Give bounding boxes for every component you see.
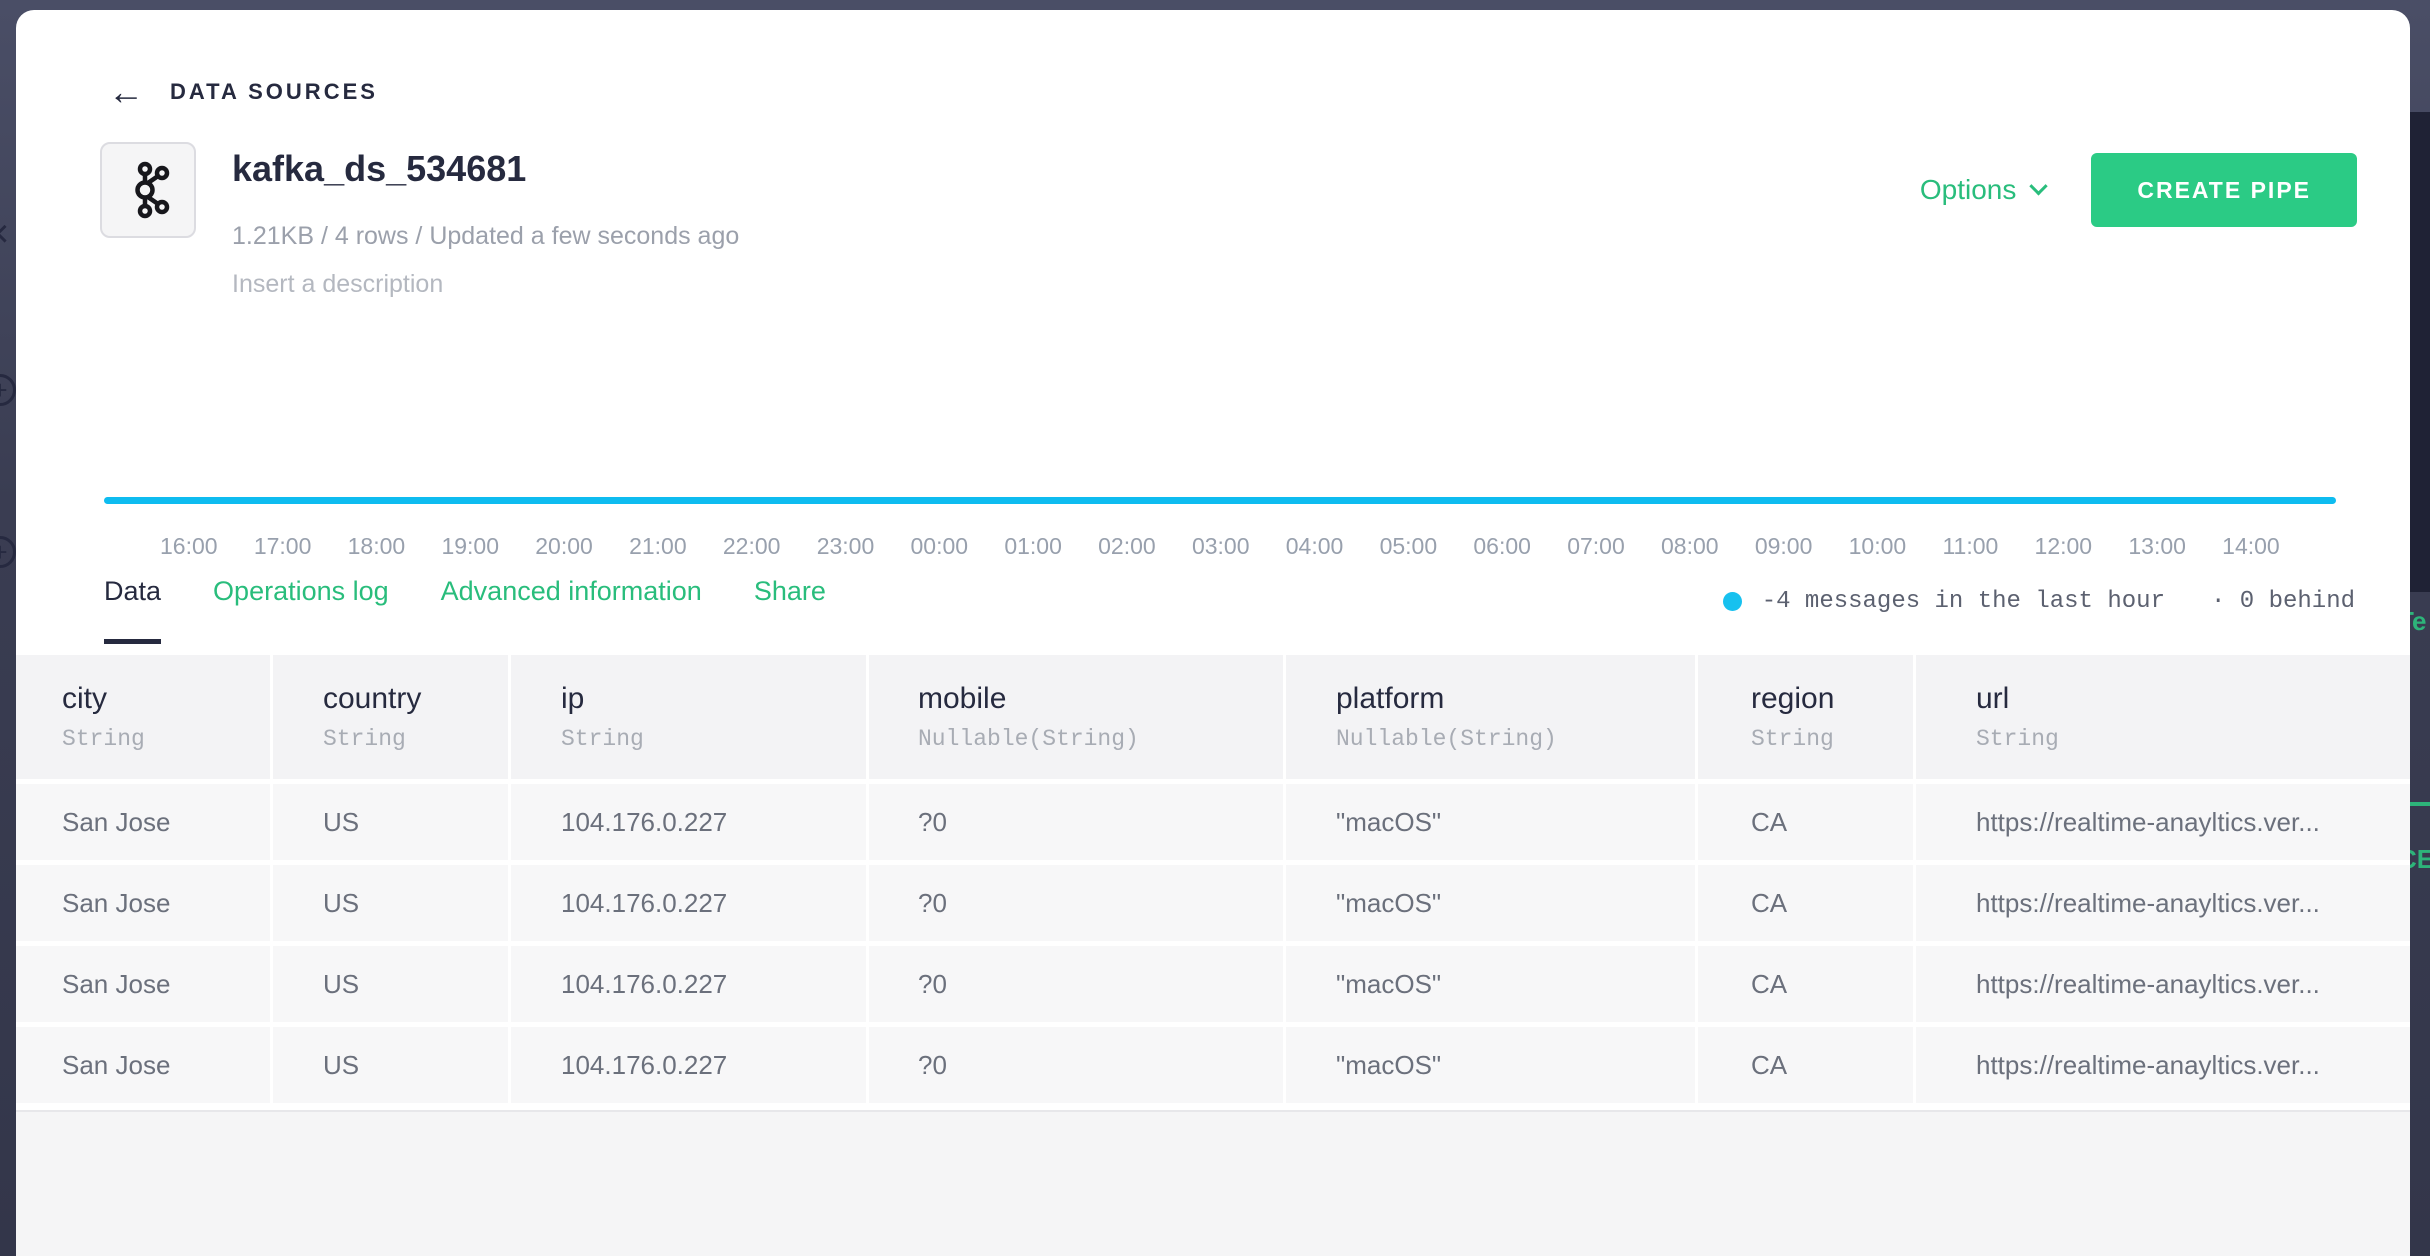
- table-row: San Jose US 104.176.0.227 ?0 "macOS" CA …: [16, 1027, 2410, 1103]
- cell-city: San Jose: [16, 784, 273, 860]
- table-header-row: city String country String ip String mob…: [16, 655, 2410, 779]
- close-icon[interactable]: ×: [0, 212, 9, 257]
- axis-tick: 10:00: [1849, 533, 1907, 560]
- chevron-down-icon: [2030, 177, 2048, 195]
- axis-tick: 21:00: [629, 533, 687, 560]
- data-table: city String country String ip String mob…: [16, 655, 2410, 1108]
- cell-platform: "macOS": [1286, 946, 1698, 1022]
- cell-country: US: [273, 946, 511, 1022]
- cell-mobile: ?0: [869, 865, 1286, 941]
- cell-country: US: [273, 865, 511, 941]
- description-placeholder[interactable]: Insert a description: [232, 270, 443, 299]
- tab-advanced-information[interactable]: Advanced information: [441, 576, 702, 644]
- axis-tick: 16:00: [160, 533, 218, 560]
- axis-tick: 01:00: [1004, 533, 1062, 560]
- cell-ip: 104.176.0.227: [511, 946, 869, 1022]
- axis-tick: 22:00: [723, 533, 781, 560]
- tab-share[interactable]: Share: [754, 576, 826, 644]
- cell-platform: "macOS": [1286, 1027, 1698, 1103]
- axis-tick: 02:00: [1098, 533, 1156, 560]
- axis-tick: 05:00: [1380, 533, 1438, 560]
- axis-tick: 08:00: [1661, 533, 1719, 560]
- cell-region: CA: [1698, 946, 1916, 1022]
- cell-city: San Jose: [16, 865, 273, 941]
- column-header-city: city String: [16, 655, 273, 779]
- cell-mobile: ?0: [869, 784, 1286, 860]
- options-dropdown[interactable]: Options: [1920, 174, 2046, 206]
- table-row: San Jose US 104.176.0.227 ?0 "macOS" CA …: [16, 946, 2410, 1022]
- axis-tick: 07:00: [1567, 533, 1625, 560]
- cell-ip: 104.176.0.227: [511, 784, 869, 860]
- cell-ip: 104.176.0.227: [511, 1027, 869, 1103]
- cell-platform: "macOS": [1286, 784, 1698, 860]
- column-header-url: url String: [1916, 655, 2410, 779]
- cell-region: CA: [1698, 784, 1916, 860]
- background-text-fragment: CE: [2410, 844, 2430, 878]
- cyan-dot-icon: [1723, 592, 1742, 611]
- datasource-icon-box: [100, 142, 196, 238]
- datasource-panel: ← DATA SOURCES kafka_ds_534681 1.21KB / …: [16, 10, 2410, 1256]
- cell-ip: 104.176.0.227: [511, 865, 869, 941]
- breadcrumb-label: DATA SOURCES: [170, 79, 378, 105]
- background-text-fragment: Te: [2410, 606, 2430, 640]
- column-header-ip: ip String: [511, 655, 869, 779]
- cell-mobile: ?0: [869, 1027, 1286, 1103]
- page-title: kafka_ds_534681: [232, 148, 526, 190]
- axis-tick: 09:00: [1755, 533, 1813, 560]
- cell-platform: "macOS": [1286, 865, 1698, 941]
- column-header-platform: platform Nullable(String): [1286, 655, 1698, 779]
- kafka-icon: [125, 159, 171, 221]
- tab-bar: Data Operations log Advanced information…: [104, 576, 826, 644]
- axis-tick: 18:00: [348, 533, 406, 560]
- create-pipe-button[interactable]: CREATE PIPE: [2091, 153, 2357, 227]
- table-footer-space: [16, 1110, 2410, 1256]
- tab-operations-log[interactable]: Operations log: [213, 576, 389, 644]
- axis-tick: 06:00: [1473, 533, 1531, 560]
- stream-status: -4 messages in the last hour · 0 behind: [1723, 588, 2355, 615]
- axis-tick: 14:00: [2222, 533, 2280, 560]
- datasource-meta: 1.21KB / 4 rows / Updated a few seconds …: [232, 222, 739, 251]
- chart-x-axis: 16:00 17:00 18:00 19:00 20:00 21:00 22:0…: [104, 533, 2336, 560]
- breadcrumb[interactable]: ← DATA SOURCES: [108, 76, 378, 108]
- messages-status: -4 messages in the last hour: [1762, 588, 2165, 615]
- cell-country: US: [273, 1027, 511, 1103]
- ingestion-chart: 16:00 17:00 18:00 19:00 20:00 21:00 22:0…: [104, 310, 2336, 560]
- axis-tick: 11:00: [1942, 533, 1998, 560]
- table-row: San Jose US 104.176.0.227 ?0 "macOS" CA …: [16, 865, 2410, 941]
- axis-tick: 04:00: [1286, 533, 1344, 560]
- axis-tick: 20:00: [535, 533, 593, 560]
- cell-mobile: ?0: [869, 946, 1286, 1022]
- column-header-region: region String: [1698, 655, 1916, 779]
- column-header-mobile: mobile Nullable(String): [869, 655, 1286, 779]
- axis-tick: 17:00: [254, 533, 312, 560]
- cell-country: US: [273, 784, 511, 860]
- add-icon[interactable]: +: [0, 374, 16, 406]
- axis-tick: 13:00: [2128, 533, 2186, 560]
- background-sidebar: × + +: [0, 0, 16, 1256]
- add-icon[interactable]: +: [0, 536, 16, 568]
- axis-tick: 19:00: [441, 533, 499, 560]
- background-right-panel: [2410, 112, 2430, 592]
- column-header-country: country String: [273, 655, 511, 779]
- cell-region: CA: [1698, 865, 1916, 941]
- behind-status: · 0 behind: [2211, 588, 2355, 615]
- cell-city: San Jose: [16, 946, 273, 1022]
- axis-tick: 23:00: [817, 533, 875, 560]
- cell-region: CA: [1698, 1027, 1916, 1103]
- cell-city: San Jose: [16, 1027, 273, 1103]
- cell-url: https://realtime-anayltics.ver...: [1916, 1027, 2410, 1103]
- chart-flat-line: [104, 497, 2336, 504]
- axis-tick: 00:00: [911, 533, 969, 560]
- cell-url: https://realtime-anayltics.ver...: [1916, 946, 2410, 1022]
- axis-tick: 12:00: [2035, 533, 2093, 560]
- cell-url: https://realtime-anayltics.ver...: [1916, 865, 2410, 941]
- axis-tick: 03:00: [1192, 533, 1250, 560]
- cell-url: https://realtime-anayltics.ver...: [1916, 784, 2410, 860]
- options-label: Options: [1920, 174, 2017, 206]
- back-arrow-icon[interactable]: ←: [108, 76, 144, 108]
- background-divider: [2410, 802, 2430, 806]
- tab-data[interactable]: Data: [104, 576, 161, 644]
- table-row: San Jose US 104.176.0.227 ?0 "macOS" CA …: [16, 784, 2410, 860]
